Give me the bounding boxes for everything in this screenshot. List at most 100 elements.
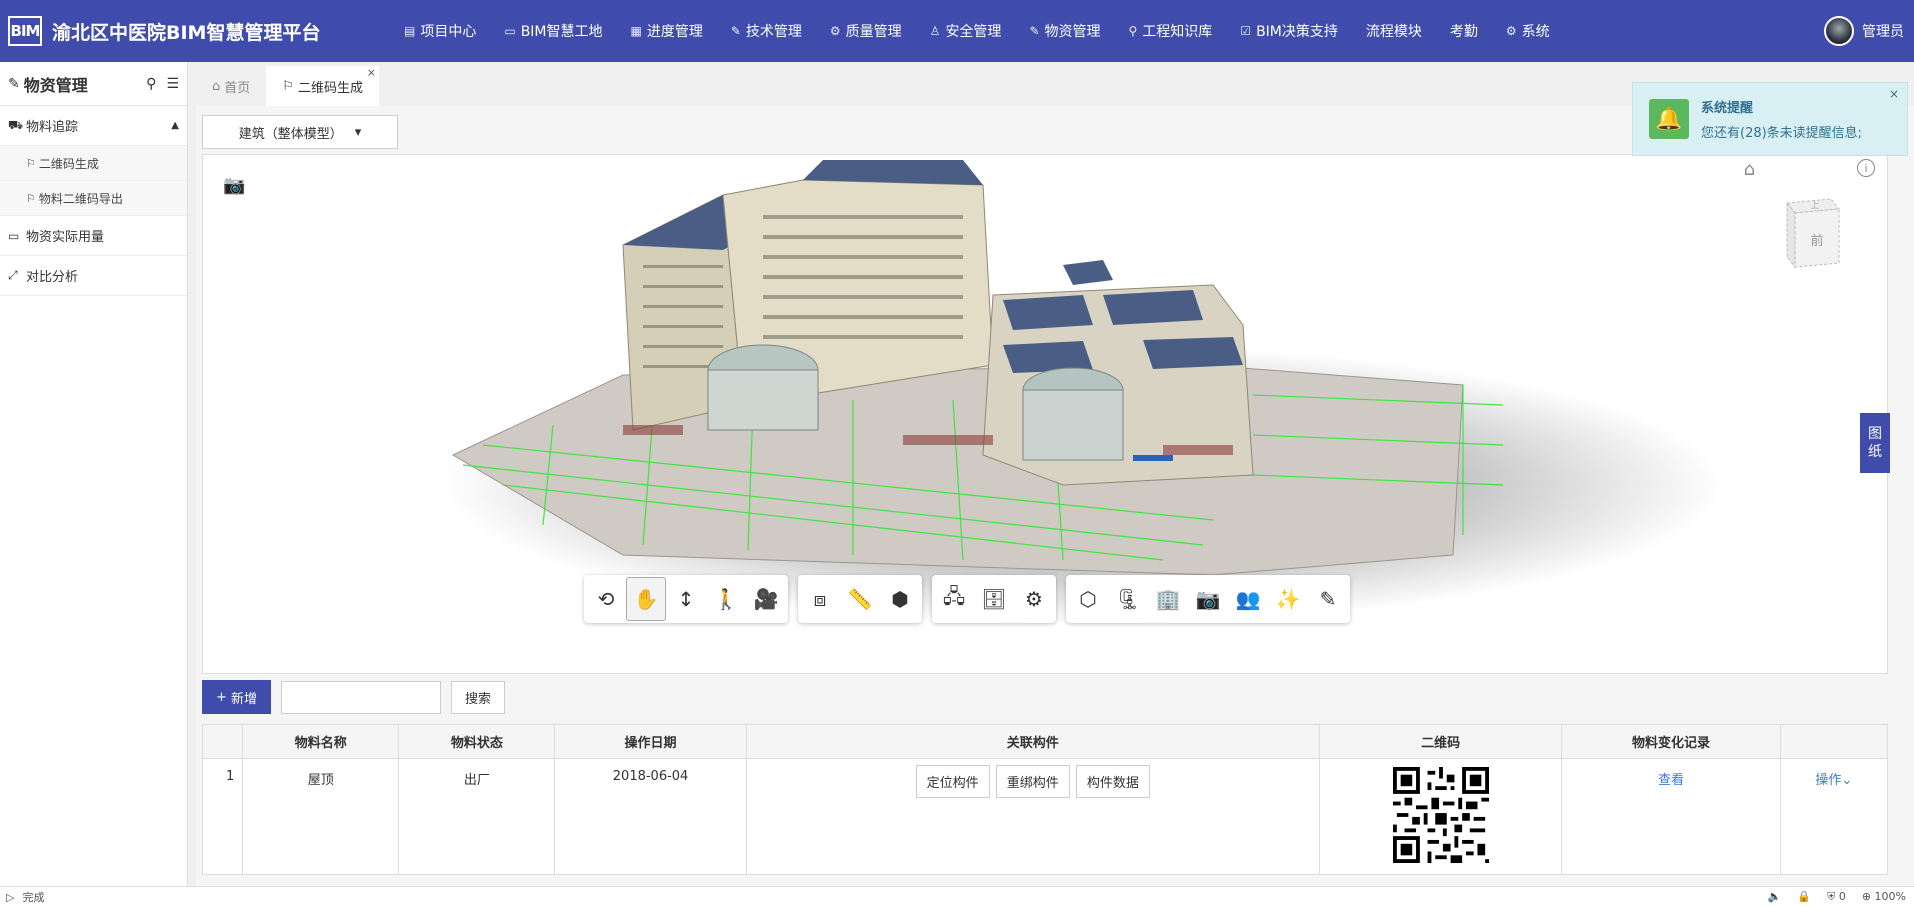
viewcube[interactable]: 上 前 (1781, 193, 1843, 271)
shield-icon[interactable]: ⛨ 0 (1827, 890, 1846, 904)
cube-explode-icon[interactable]: ⬢ (880, 577, 920, 621)
search-icon[interactable]: ⚲ (146, 76, 156, 92)
row-related-components: 定位构件 重绑构件 构件数据 (745, 758, 1320, 875)
lock-icon[interactable]: 🔒 (1797, 890, 1811, 904)
view-history-link[interactable]: 查看 (1658, 773, 1684, 788)
operations-dropdown[interactable]: 操作⌄ (1815, 773, 1852, 788)
col-operations (1779, 724, 1889, 759)
rebind-component-button[interactable]: 重绑构件 (995, 765, 1070, 798)
edit-icon: ✎ (1029, 24, 1040, 38)
building-icon[interactable]: 🏢 (1148, 577, 1188, 621)
caret-up-icon: ▲ (171, 120, 179, 131)
nav-project-center[interactable]: ▤ 项目中心 (390, 0, 490, 62)
walk-person-icon[interactable]: 🚶 (706, 577, 746, 621)
camera-icon[interactable]: 📷 (223, 175, 245, 196)
sidebar-item-qr-export[interactable]: ⚐ 物料二维码导出 (0, 181, 187, 216)
markup-edit-icon[interactable]: ✎ (1308, 577, 1348, 621)
system-notification: 🔔 系统提醒 您还有(28)条未读提醒信息; × (1632, 82, 1908, 156)
app-title: 渝北区中医院BIM智慧管理平台 (52, 21, 321, 44)
col-operation-date: 操作日期 (554, 724, 747, 759)
sidebar-item-actual-usage[interactable]: ▭ 物资实际用量 (0, 216, 187, 256)
app-logo[interactable]: BIM 渝北区中医院BIM智慧管理平台 (0, 16, 360, 46)
tab-home[interactable]: ⌂ 首页 (196, 66, 266, 106)
pencil-icon: ✎ (730, 24, 741, 38)
nav-bim-decision[interactable]: ☑ BIM决策支持 (1226, 0, 1352, 62)
main-nav: ▤ 项目中心 ▭ BIM智慧工地 ▦ 进度管理 ✎ 技术管理 ⚙ 质量管理 ♙ 安全管理 ✎… (390, 0, 1564, 62)
drawings-side-tab[interactable]: 图 纸 (1860, 413, 1890, 473)
settings-gear-icon[interactable]: ⚙ (1014, 577, 1054, 621)
locate-component-button[interactable]: 定位构件 (915, 765, 990, 798)
bim-model-viewer[interactable]: 📷 ⌂ i 上 前 ⟲ ✋ ↕ 🚶 🎥 ⧈ 📏 ⬢ 🖧 🗄 ⚙ ⬡ 🗜 🏢 📷 … (202, 154, 1888, 674)
nav-quality[interactable]: ⚙ 质量管理 (816, 0, 916, 62)
nav-materials[interactable]: ✎ 物资管理 (1015, 0, 1114, 62)
nav-system[interactable]: ⚙ 系统 (1492, 0, 1564, 62)
bookmark-icon: ⚐ (282, 78, 294, 94)
nav-technical[interactable]: ✎ 技术管理 (717, 0, 816, 62)
search-input[interactable] (281, 681, 441, 714)
edit-icon: ✎ (8, 75, 20, 92)
sidebar-title: 物资管理 (23, 75, 88, 95)
play-icon: ▷ (6, 890, 15, 904)
close-icon[interactable]: × (367, 66, 376, 79)
add-button[interactable]: + 新增 (202, 680, 271, 714)
gear-icon: ⚙ (1505, 24, 1517, 38)
qr-code-image (1392, 767, 1489, 863)
chevron-down-icon: ⌄ (1841, 773, 1853, 788)
magic-wand-icon[interactable]: ✨ (1268, 577, 1308, 621)
sidebar-item-comparison[interactable]: ⤢ 对比分析 (0, 256, 187, 296)
avatar (1824, 16, 1854, 46)
home-view-icon[interactable]: ⌂ (1744, 159, 1755, 180)
sidebar-item-material-tracking[interactable]: ⛟ 物料追踪 ▲ (0, 106, 187, 146)
row-material-name: 屋顶 (242, 758, 400, 875)
video-camera-icon[interactable]: 🎥 (746, 577, 786, 621)
row-operation-date: 2018-06-04 (554, 758, 747, 875)
row-qr-code (1318, 758, 1563, 875)
model-tree-icon[interactable]: 🖧 (934, 577, 974, 621)
user-menu[interactable]: 管理员 (1824, 0, 1904, 62)
nav-workflow[interactable]: 流程模块 (1352, 0, 1436, 62)
toolbar-group-measure: ⧈ 📏 ⬢ (798, 575, 922, 623)
notification-message[interactable]: 您还有(28)条未读提醒信息; (1701, 122, 1862, 141)
plus-icon: + (216, 689, 227, 705)
section-box-icon[interactable]: ⧈ (800, 577, 840, 621)
nav-safety[interactable]: ♙ 安全管理 (916, 0, 1016, 62)
zoom-updown-icon[interactable]: ↕ (666, 577, 706, 621)
nav-knowledge-base[interactable]: ⚲ 工程知识库 (1115, 0, 1227, 62)
speaker-icon[interactable]: 🔈 (1768, 890, 1782, 904)
tab-qr-generate[interactable]: ⚐ 二维码生成 × (266, 66, 379, 106)
viewer-toolbar: ⟲ ✋ ↕ 🚶 🎥 ⧈ 📏 ⬢ 🖧 🗄 ⚙ ⬡ 🗜 🏢 📷 👥 ✨ ✎ (584, 575, 1350, 623)
nav-bim-site[interactable]: ▭ BIM智慧工地 (490, 0, 616, 62)
pan-hand-icon[interactable]: ✋ (626, 577, 666, 621)
sidebar-header: ✎ 物资管理 ⚲ ☰ (0, 62, 187, 106)
table-row: 1 屋顶 出厂 2018-06-04 定位构件 重绑构件 构件数据 查看 操作⌄ (201, 758, 1889, 875)
sidebar: ✎ 物资管理 ⚲ ☰ ⛟ 物料追踪 ▲ ⚐ 二维码生成 ⚐ 物料二维码导出 ▭ … (0, 62, 188, 886)
components-icon[interactable]: ⬡ (1068, 577, 1108, 621)
chevron-down-icon: ▾ (354, 124, 362, 140)
orbit-icon[interactable]: ⟲ (586, 577, 626, 621)
viewcube-top-label: 上 (1810, 200, 1819, 211)
camera-view-icon[interactable]: 📷 (1188, 577, 1228, 621)
menu-icon[interactable]: ☰ (166, 76, 179, 92)
users-icon[interactable]: 👥 (1228, 577, 1268, 621)
user-name: 管理员 (1862, 24, 1904, 40)
bookmark-icon: ⚐ (26, 191, 36, 205)
model-select[interactable]: 建筑（整体模型） ▾ (202, 115, 398, 149)
nav-progress[interactable]: ▦ 进度管理 (617, 0, 717, 62)
row-material-status: 出厂 (398, 758, 556, 875)
truck-icon: ⛟ (8, 117, 24, 132)
properties-icon[interactable]: 🗄 (974, 577, 1014, 621)
table-header-row: 物料名称 物料状态 操作日期 关联构件 二维码 物料变化记录 (201, 724, 1889, 759)
close-icon[interactable]: × (1889, 87, 1899, 101)
compress-icon: ⤢ (8, 268, 18, 282)
nav-attendance[interactable]: 考勤 (1436, 0, 1492, 62)
row-index: 1 (201, 758, 244, 875)
ruler-icon[interactable]: 📏 (840, 577, 880, 621)
sidebar-item-qr-generate[interactable]: ⚐ 二维码生成 (0, 146, 187, 181)
page-tabs: ⌂ 首页 ⚐ 二维码生成 × (196, 66, 379, 106)
info-icon[interactable]: i (1857, 159, 1875, 177)
zoom-icon[interactable]: ⊕ 100% (1862, 890, 1906, 904)
archive-icon[interactable]: 🗜 (1108, 577, 1148, 621)
search-button[interactable]: 搜索 (451, 681, 505, 714)
row-operations: 操作⌄ (1779, 758, 1889, 875)
component-data-button[interactable]: 构件数据 (1075, 765, 1150, 798)
